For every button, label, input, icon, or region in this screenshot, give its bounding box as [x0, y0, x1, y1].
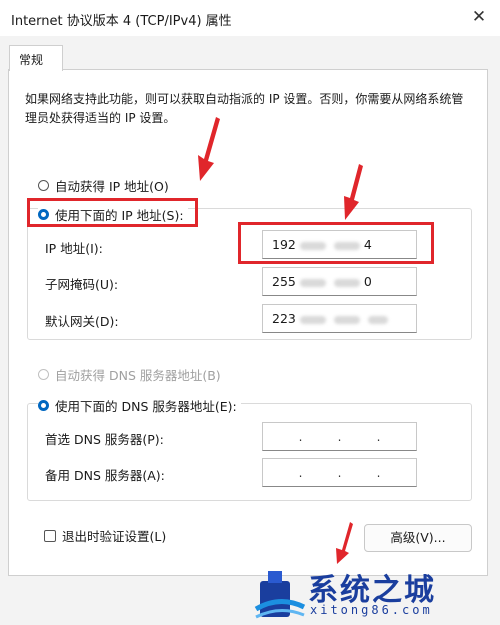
radio-manual-dns[interactable]: 使用下面的 DNS 服务器地址(E):	[38, 396, 241, 415]
dns-dot: .	[376, 430, 381, 444]
default-gateway-field[interactable]: 223	[262, 304, 417, 333]
general-panel: 如果网络支持此功能，则可以获取自动指派的 IP 设置。否则，你需要从网络系统管理…	[8, 69, 488, 576]
radio-manual-dns-indicator	[38, 400, 49, 411]
radio-auto-ip-label: 自动获得 IP 地址(O)	[55, 179, 169, 194]
window-title: Internet 协议版本 4 (TCP/IPv4) 属性	[11, 14, 232, 29]
dns-dot: .	[298, 466, 303, 480]
alternate-dns-label: 备用 DNS 服务器(A):	[45, 468, 165, 483]
arrow-annotation-3	[336, 522, 353, 564]
watermark: 系统之城 xitong86.com	[248, 563, 500, 625]
tab-general-label: 常规	[19, 53, 44, 67]
subnet-octet-1: 255	[272, 274, 296, 289]
preferred-dns-field[interactable]: ...	[262, 422, 417, 451]
dns-dot: .	[298, 430, 303, 444]
properties-dialog: Internet 协议版本 4 (TCP/IPv4) 属性 ✕ 常规 如果网络支…	[0, 0, 500, 625]
preferred-dns-label: 首选 DNS 服务器(P):	[45, 432, 164, 447]
arrow-annotation-2	[344, 164, 363, 220]
radio-auto-ip-indicator	[38, 180, 49, 191]
highlight-box-manual-ip	[27, 198, 198, 227]
radio-auto-dns-indicator	[38, 369, 49, 380]
subnet-octet-4: 0	[363, 274, 372, 289]
validate-settings-box	[44, 529, 56, 542]
close-button[interactable]: ✕	[464, 2, 494, 32]
highlight-box-ip-field	[238, 222, 434, 264]
gateway-octet-1: 223	[272, 311, 296, 326]
tab-general[interactable]: 常规	[9, 45, 63, 71]
subnet-mask-label: 子网掩码(U):	[45, 277, 119, 292]
watermark-logo-icon	[254, 571, 306, 619]
radio-auto-ip[interactable]: 自动获得 IP 地址(O)	[38, 176, 169, 195]
alternate-dns-field[interactable]: ...	[262, 458, 417, 487]
dns-dot: .	[376, 466, 381, 480]
validate-settings-label: 退出时验证设置(L)	[62, 529, 167, 544]
ip-address-label: IP 地址(I):	[45, 241, 103, 256]
dns-dot: .	[337, 430, 342, 444]
radio-manual-dns-label: 使用下面的 DNS 服务器地址(E):	[55, 399, 237, 414]
watermark-url: xitong86.com	[310, 603, 433, 617]
default-gateway-label: 默认网关(D):	[45, 314, 119, 329]
radio-auto-dns[interactable]: 自动获得 DNS 服务器地址(B)	[38, 365, 221, 384]
advanced-button[interactable]: 高级(V)...	[364, 524, 472, 552]
validate-settings-checkbox[interactable]: 退出时验证设置(L)	[44, 526, 166, 545]
subnet-mask-field[interactable]: 255 0	[262, 267, 417, 296]
dns-dot: .	[337, 466, 342, 480]
radio-auto-dns-label: 自动获得 DNS 服务器地址(B)	[55, 368, 221, 383]
arrow-annotation-1	[198, 117, 220, 181]
title-bar: Internet 协议版本 4 (TCP/IPv4) 属性 ✕	[0, 0, 500, 36]
description-text: 如果网络支持此功能，则可以获取自动指派的 IP 设置。否则，你需要从网络系统管理…	[25, 92, 464, 125]
